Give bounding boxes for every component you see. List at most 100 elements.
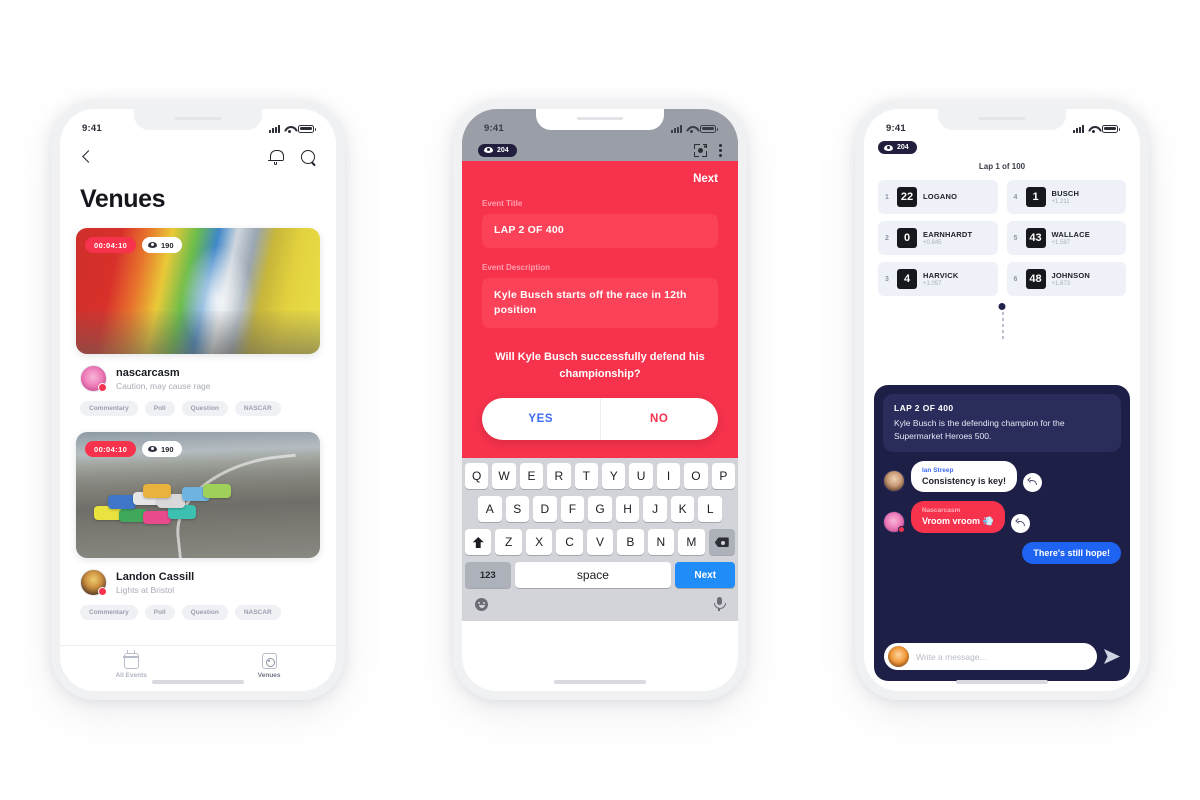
device-speaker [979,117,1025,120]
key-t[interactable]: T [574,463,598,490]
views-badge: 190 [142,441,182,457]
status-time: 9:41 [82,123,102,134]
phone3-screen: 9:41 204 Lap 1 of 100 1 22 LOGANO 4 1 BU… [864,109,1140,691]
lap-counter: Lap 1 of 100 [978,162,1026,171]
key-f[interactable]: F [560,496,585,523]
key-j[interactable]: J [643,496,667,523]
calendar-icon [123,650,140,669]
key-y[interactable]: Y [602,463,626,490]
key-v[interactable]: V [586,529,614,556]
driver-info: WALLACE +1.587 [1052,230,1090,247]
key-x[interactable]: X [525,529,553,556]
live-dot [898,525,905,533]
next-button[interactable]: Next [482,167,718,199]
avatar[interactable] [883,469,905,492]
race-cars [91,480,267,525]
bell-icon[interactable] [268,149,284,165]
key-r[interactable]: R [547,463,571,490]
event-title-input[interactable]: LAP 2 OF 400 [482,214,718,248]
driver-delta: +1.211 [1051,199,1070,206]
driver-info: LOGANO [923,192,957,203]
space-key[interactable]: space [514,562,672,589]
table-row[interactable]: 5 43 WALLACE +1.587 [1006,221,1126,255]
key-d[interactable]: D [533,496,557,523]
scan-icon[interactable] [694,143,707,157]
views-count: 204 [497,146,509,154]
poll-no-button[interactable]: NO [601,398,719,440]
key-s[interactable]: S [505,496,530,523]
key-u[interactable]: U [629,463,653,490]
tag-chip[interactable]: Commentary [80,401,138,416]
avatar[interactable] [883,510,905,533]
table-row[interactable]: 4 1 BUSCH +1.211 [1006,180,1126,214]
key-w[interactable]: W [492,463,516,490]
key-q[interactable]: Q [464,463,489,490]
views-row: 204 [878,141,1126,154]
reply-button[interactable] [1010,513,1030,533]
key-z[interactable]: Z [495,529,522,556]
table-row[interactable]: 1 22 LOGANO [878,180,998,214]
table-row[interactable]: 6 48 JOHNSON +1.873 [1006,262,1126,296]
views-badge: 204 [878,141,917,154]
backspace-icon [715,537,729,547]
message-input[interactable]: Write a message... [916,652,987,662]
key-a[interactable]: A [477,496,502,523]
tab-label: Venues [257,671,281,679]
driver-name: WALLACE [1051,229,1090,239]
venue-card[interactable]: 00:04:10 190 nascarcasm Caution, may cau… [76,228,320,416]
venue-subtitle: Caution, may cause rage [116,380,211,391]
tag-chip[interactable]: Question [181,605,228,620]
shift-key[interactable] [465,529,492,556]
status-indicators [671,124,718,133]
key-m[interactable]: M [678,529,705,556]
key-b[interactable]: B [617,529,644,556]
key-h[interactable]: H [615,496,640,523]
message-bubble[interactable]: Ian Streep Consistency is key! [911,460,1018,492]
avatar[interactable] [80,569,107,596]
chevron-left-icon[interactable] [80,150,94,164]
driver-name: EARNHARDT [923,229,973,239]
phone-venues: 9:41 Venues 00:04:10 190 nascarcasm Caut… [51,100,345,700]
key-o[interactable]: O [684,463,708,490]
table-row[interactable]: 3 4 HARVICK +1.057 [878,262,998,296]
table-row[interactable]: 2 0 EARNHARDT +0.845 [878,221,998,255]
send-icon[interactable] [1104,649,1120,664]
numeric-key[interactable]: 123 [465,562,511,589]
tag-chip[interactable]: NASCAR [234,605,281,620]
key-p[interactable]: P [711,463,736,490]
venue-card[interactable]: 00:04:10 190 Landon Cassill Lights at Br… [76,432,320,620]
key-l[interactable]: L [698,496,723,523]
phone-race-chat: 9:41 204 Lap 1 of 100 1 22 LOGANO 4 1 BU… [855,100,1149,700]
venue-thumbnail[interactable]: 00:04:10 190 [76,432,320,558]
venue-thumbnail[interactable]: 00:04:10 190 [76,228,320,354]
poll-yes-button[interactable]: YES [482,398,601,441]
key-e[interactable]: E [519,463,544,490]
key-k[interactable]: K [670,496,695,523]
tag-chip[interactable]: NASCAR [234,401,281,416]
message-text: There's still hope! [1033,547,1110,558]
live-dot [98,383,107,392]
backspace-key[interactable] [708,529,735,556]
position: 2 [885,234,889,242]
reply-button[interactable] [1023,472,1043,492]
message-input-wrap[interactable]: Write a message... [884,643,1097,670]
key-g[interactable]: G [588,496,612,523]
avatar[interactable] [80,365,107,392]
tab-venues[interactable]: Venues [257,652,281,679]
microphone-icon[interactable] [713,597,726,612]
tag-chip[interactable]: Commentary [80,605,138,620]
emoji-icon[interactable] [475,597,488,611]
tab-all-events[interactable]: All Events [115,650,147,679]
event-description-input[interactable]: Kyle Busch starts off the race in 12th p… [482,278,718,329]
key-i[interactable]: I [656,463,681,490]
tag-chip[interactable]: Question [181,401,228,416]
return-key[interactable]: Next [675,562,735,589]
more-vertical-icon[interactable] [719,143,722,157]
search-icon[interactable] [300,149,316,165]
message-bubble[interactable]: There's still hope! [1022,541,1121,564]
key-n[interactable]: N [647,529,675,556]
message-bubble[interactable]: Nascarcasm Vroom vroom 💨 [911,500,1005,533]
tag-chip[interactable]: Poll [144,401,175,416]
tag-chip[interactable]: Poll [144,605,175,620]
key-c[interactable]: C [556,529,583,556]
